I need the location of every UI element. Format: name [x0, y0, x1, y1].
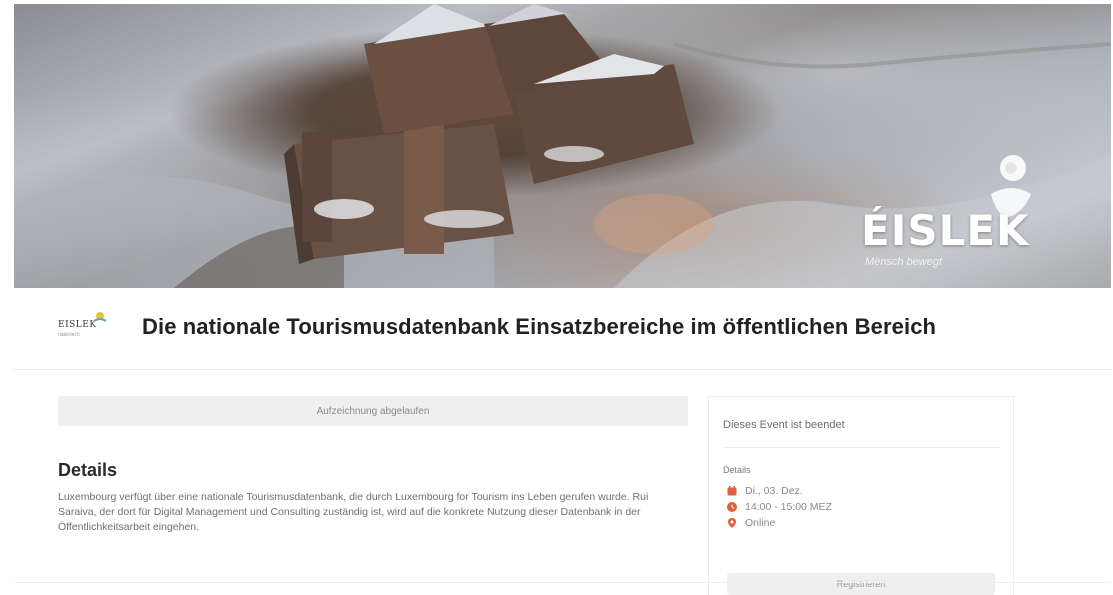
clock-icon [727, 502, 737, 512]
register-button[interactable]: Registrieren [727, 573, 995, 595]
card-divider [723, 447, 1001, 448]
calendar-icon [727, 486, 737, 496]
event-location-row: Online [727, 517, 775, 529]
event-page: ÉISLEK Mënsch bewegt EISLEK natierlech D… [0, 0, 1113, 595]
location-pin-icon [728, 518, 736, 528]
brand-tagline: Mënsch bewegt [865, 256, 943, 268]
details-heading: Details [58, 460, 118, 480]
organizer-sub: natierlech [58, 332, 80, 338]
event-header: EISLEK natierlech Die nationale Tourismu… [14, 288, 1111, 370]
brand-name: ÉISLEK [861, 206, 1030, 255]
event-location: Online [745, 517, 776, 529]
event-time: 14:00 - 15:00 MEZ [745, 501, 832, 513]
event-title: Die nationale Tourismusdatenbank Einsatz… [142, 314, 937, 339]
event-info-card: Dieses Event ist beendet Details Di., 03… [708, 396, 1014, 595]
eislek-brand-logo: ÉISLEK Mënsch bewegt [861, 154, 1041, 274]
details-label: Details [723, 465, 751, 475]
organizer-mark-icon [93, 312, 107, 322]
organizer-name: EISLEK [58, 320, 97, 330]
event-time-row: 14:00 - 15:00 MEZ [727, 501, 832, 513]
event-date-row: Di., 03. Dez. [727, 485, 803, 497]
hero-image: ÉISLEK Mënsch bewegt [14, 4, 1111, 288]
event-date: Di., 03. Dez. [745, 485, 803, 497]
organizer-logo[interactable]: EISLEK natierlech [58, 306, 120, 352]
details-description: Luxembourg verfügt über eine nationale T… [58, 491, 649, 533]
recording-expired-notice: Aufzeichnung abgelaufen [58, 396, 688, 426]
footer-divider [14, 582, 1111, 583]
event-ended-text: Dieses Event ist beendet [723, 419, 845, 431]
